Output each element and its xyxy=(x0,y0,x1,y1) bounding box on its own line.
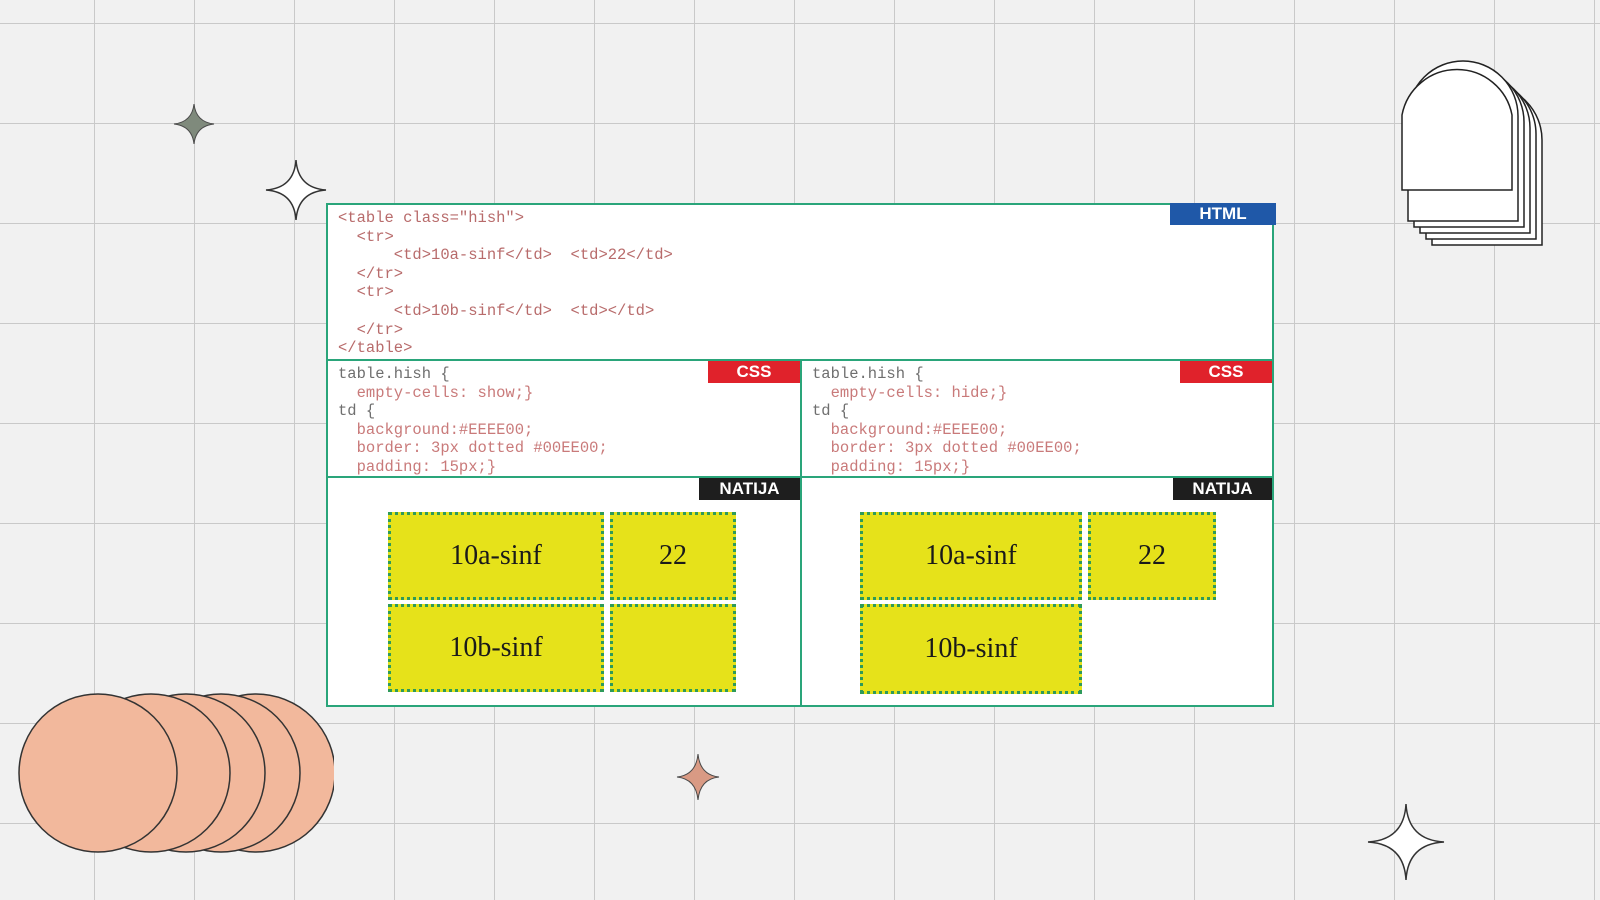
code-line: border: 3px dotted #00EE00; xyxy=(812,439,1082,458)
code-line: </table> xyxy=(338,339,413,358)
code-line: <tr> xyxy=(338,227,394,246)
sparkle-icon xyxy=(265,159,327,221)
code-line: padding: 15px;} xyxy=(338,457,497,476)
code-line: </tr> xyxy=(338,264,404,283)
result-cell: 10a-sinf xyxy=(388,512,604,600)
code-example-card: HTML <table class="hish"> <tr> <td>10a-s… xyxy=(326,203,1276,707)
code-line: <tr> xyxy=(338,283,394,302)
code-line: td { xyxy=(812,402,850,421)
result-cell-empty xyxy=(610,604,736,692)
css-code-block-hide: table.hish { empty-cells: hide;} td { ba… xyxy=(812,365,1082,477)
circle-stack-icon xyxy=(18,693,334,853)
natija-badge: NATIJA xyxy=(699,478,800,500)
natija-badge: NATIJA xyxy=(1173,478,1272,500)
code-line: <td>10a-sinf</td> <td>22</td> xyxy=(338,246,673,265)
code-line: <table class="hish"> xyxy=(338,209,525,227)
code-line: background:#EEEE00; xyxy=(338,420,534,439)
code-line: td { xyxy=(338,402,376,421)
result-cell: 10b-sinf xyxy=(860,604,1082,694)
css-badge: CSS xyxy=(1180,361,1272,383)
code-line: table.hish { xyxy=(812,365,924,383)
arch-stack-icon xyxy=(1401,60,1543,246)
css-badge: CSS xyxy=(708,361,800,383)
sparkle-icon xyxy=(1367,803,1445,881)
css-code-block-show: table.hish { empty-cells: show;} td { ba… xyxy=(338,365,608,477)
code-line: table.hish { xyxy=(338,365,450,383)
code-line: padding: 15px;} xyxy=(812,457,971,476)
code-line: border: 3px dotted #00EE00; xyxy=(338,439,608,458)
sparkle-icon xyxy=(173,103,215,145)
result-cell: 10a-sinf xyxy=(860,512,1082,600)
code-line: empty-cells: hide;} xyxy=(812,383,1008,402)
result-cell: 22 xyxy=(610,512,736,600)
result-cell: 10b-sinf xyxy=(388,604,604,692)
result-cell: 22 xyxy=(1088,512,1216,600)
code-line: empty-cells: show;} xyxy=(338,383,534,402)
divider xyxy=(800,359,802,705)
code-line: <td>10b-sinf</td> <td></td> xyxy=(338,301,655,320)
html-badge: HTML xyxy=(1170,203,1276,225)
html-code-block: <table class="hish"> <tr> <td>10a-sinf</… xyxy=(338,209,673,358)
sparkle-icon xyxy=(676,753,720,801)
code-line: </tr> xyxy=(338,320,404,339)
code-line: background:#EEEE00; xyxy=(812,420,1008,439)
